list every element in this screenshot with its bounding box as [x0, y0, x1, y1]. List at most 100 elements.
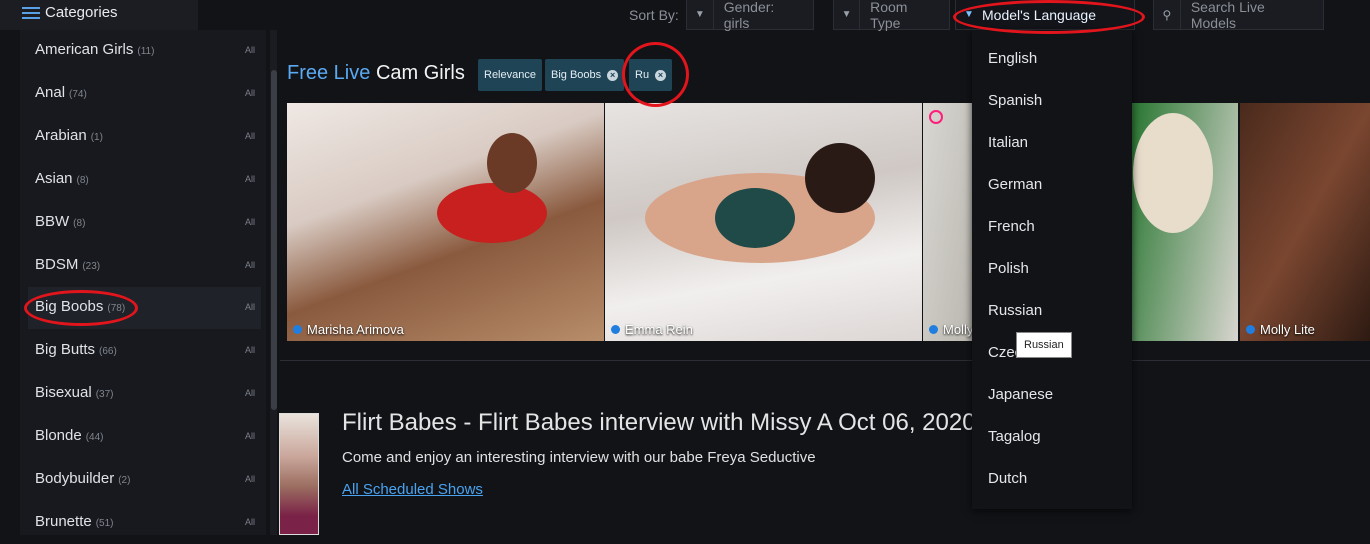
language-option[interactable]: Dutch — [988, 470, 1027, 487]
sidebar-item-all-link[interactable]: All — [245, 260, 255, 270]
chevron-down-icon: ▼ — [687, 0, 714, 30]
sidebar-item-all-link[interactable]: All — [245, 45, 255, 55]
language-option[interactable]: Tagalog — [988, 428, 1041, 445]
sidebar-item-label: Arabian (1) — [35, 127, 103, 144]
page-title-highlight: Free Live — [287, 62, 371, 84]
sidebar-item-count: (37) — [95, 389, 114, 400]
sidebar-item[interactable]: Asian (8) All — [28, 159, 261, 201]
sidebar-item-count: (1) — [90, 132, 103, 143]
filter-chip-label: Big Boobs — [551, 69, 602, 81]
sidebar-item[interactable]: Blonde (44) All — [28, 416, 261, 458]
filter-chip-label: Ru — [635, 69, 650, 81]
chevron-down-icon: ▼ — [834, 0, 861, 30]
filter-chip-ru[interactable]: Ru × — [629, 59, 673, 91]
sidebar-item[interactable]: Anal (74) All — [28, 73, 261, 115]
live-broadcast-icon — [929, 110, 943, 124]
model-name: Molly — [929, 322, 973, 337]
sidebar-item-count: (11) — [137, 46, 155, 57]
sidebar-item-label: Anal (74) — [35, 84, 87, 101]
sidebar-item-count: (78) — [107, 303, 126, 314]
gender-label: Gender: girls — [723, 0, 775, 31]
sidebar-item[interactable]: American Girls (11) All — [28, 30, 261, 72]
sidebar-item-label: Big Butts (66) — [35, 341, 117, 358]
online-dot-icon — [1246, 325, 1255, 334]
tooltip: Russian — [1016, 332, 1072, 358]
sidebar-item-count: (51) — [95, 518, 114, 529]
sidebar-item[interactable]: BBW (8) All — [28, 202, 261, 244]
language-option[interactable]: Spanish — [988, 92, 1042, 109]
sidebar-item[interactable]: BDSM (23) All — [28, 245, 261, 287]
categories-toggle[interactable]: Categories — [0, 0, 198, 30]
room-type-label: Room Type — [870, 0, 908, 31]
filter-chip-label: Relevance — [484, 69, 536, 81]
hamburger-icon — [22, 7, 40, 21]
close-icon[interactable]: × — [607, 69, 619, 81]
sidebar-item[interactable]: Arabian (1) All — [28, 116, 261, 158]
sidebar-item-label: BDSM (23) — [35, 256, 101, 273]
sidebar-item-all-link[interactable]: All — [245, 431, 255, 441]
sidebar-item-label: Brunette (51) — [35, 513, 114, 530]
model-card[interactable]: Molly Lite — [1240, 103, 1370, 341]
online-dot-icon — [929, 325, 938, 334]
sidebar-item-all-link[interactable]: All — [245, 517, 255, 527]
sidebar-item-count: (8) — [73, 218, 86, 229]
model-thumbnail-shape — [805, 143, 875, 213]
language-option[interactable]: Italian — [988, 134, 1028, 151]
sort-by-label: Sort By: — [629, 7, 679, 23]
sidebar-item-count: (8) — [76, 175, 89, 186]
show-thumbnail[interactable] — [279, 413, 319, 535]
gender-dropdown[interactable]: ▼ Gender: girls — [686, 0, 814, 31]
search-box[interactable]: ⚲ Search Live Models — [1153, 0, 1324, 31]
model-card[interactable]: Emma Rein — [605, 103, 922, 341]
all-scheduled-shows-link[interactable]: All Scheduled Shows — [342, 481, 483, 498]
language-option[interactable]: Polish — [988, 260, 1029, 277]
search-input[interactable]: Search Live Models — [1181, 0, 1323, 31]
sidebar-item-all-link[interactable]: All — [245, 388, 255, 398]
sidebar-item-all-link[interactable]: All — [245, 174, 255, 184]
sidebar-item-all-link[interactable]: All — [245, 131, 255, 141]
model-thumbnail-shape — [1133, 113, 1213, 233]
section-divider — [280, 360, 1370, 361]
search-icon: ⚲ — [1154, 0, 1181, 30]
room-type-dropdown[interactable]: ▼ Room Type — [833, 0, 950, 31]
online-dot-icon — [611, 325, 620, 334]
sidebar-item-big-boobs[interactable]: Big Boobs (78) All — [28, 287, 261, 329]
categories-label: Categories — [45, 4, 118, 21]
close-icon[interactable]: × — [655, 69, 667, 81]
sidebar-item-label: Blonde (44) — [35, 427, 104, 444]
sidebar-item-all-link[interactable]: All — [245, 302, 255, 312]
sidebar-item-count: (66) — [99, 346, 117, 357]
show-title[interactable]: Flirt Babes - Flirt Babes interview with… — [342, 409, 990, 437]
sidebar-item[interactable]: Bodybuilder (2) All — [28, 459, 261, 501]
sidebar-item-all-link[interactable]: All — [245, 217, 255, 227]
sidebar-item-count: (23) — [82, 261, 101, 272]
filter-chip-big-boobs[interactable]: Big Boobs × — [545, 59, 625, 91]
language-option[interactable]: Japanese — [988, 386, 1053, 403]
filter-chip-relevance[interactable]: Relevance — [478, 59, 542, 91]
sidebar-item[interactable]: Bisexual (37) All — [28, 373, 261, 415]
language-option[interactable]: French — [988, 218, 1035, 235]
categories-sidebar: American Girls (11) All Anal (74) All Arab… — [20, 30, 266, 535]
sidebar-item[interactable]: Big Butts (66) All — [28, 330, 261, 372]
model-language-label: Model's Language — [982, 6, 1096, 23]
language-option[interactable]: German — [988, 176, 1042, 193]
model-language-dropdown[interactable]: ▼ Model's Language — [955, 0, 1135, 30]
model-name: Emma Rein — [611, 322, 693, 337]
sidebar-item-count: (2) — [118, 475, 131, 486]
sidebar-item-all-link[interactable]: All — [245, 345, 255, 355]
sidebar-item-count: (74) — [69, 89, 87, 100]
sidebar-scrollbar-thumb[interactable] — [271, 70, 277, 410]
page-title-main: Cam Girls — [375, 62, 465, 84]
sidebar-item-all-link[interactable]: All — [245, 88, 255, 98]
sidebar-item-all-link[interactable]: All — [245, 474, 255, 484]
language-option-russian[interactable]: Russian — [988, 302, 1042, 319]
language-option[interactable]: English — [988, 50, 1037, 67]
model-thumbnail-shape — [437, 183, 547, 243]
language-dropdown-menu: English Spanish Italian German French Po… — [972, 30, 1132, 509]
sidebar-item-label: Big Boobs (78) — [35, 298, 126, 315]
model-card[interactable]: Marisha Arimova — [287, 103, 604, 341]
sidebar-item[interactable]: Brunette (51) All — [28, 502, 261, 544]
sidebar-item-label: Bisexual (37) — [35, 384, 114, 401]
model-thumbnail-shape — [715, 188, 795, 248]
sidebar-item-count: (44) — [85, 432, 104, 443]
